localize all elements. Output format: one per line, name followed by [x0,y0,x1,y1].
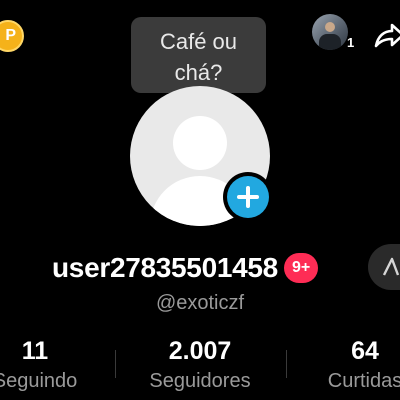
friend-avatar-body [319,34,341,50]
coin-icon[interactable]: P [0,20,24,52]
stat-following[interactable]: 11 Seguindo [0,336,100,396]
tooltip-line-2: chá? [174,60,223,85]
share-icon[interactable] [372,18,400,52]
profile-handle: @exoticzf [155,292,245,314]
likes-count: 64 [351,337,379,365]
status-tooltip[interactable]: Café ou chá? [131,17,266,93]
profile-screen: P 1 Café ou chá? user27835501458 9+ @exo… [0,0,400,400]
coin-badge-letter: P [5,27,16,44]
stat-followers[interactable]: 2.007 Seguidores [135,336,265,396]
tooltip-line-1: Café ou [159,29,238,54]
friend-avatar-head [325,22,335,32]
username: user27835501458 [52,252,278,283]
avatar-placeholder-head [173,116,227,170]
edit-button[interactable] [368,244,400,290]
friend-avatar[interactable] [312,14,348,50]
followers-label: Seguidores [149,370,251,392]
stats-divider [286,350,287,378]
add-photo-button[interactable] [223,172,273,222]
notification-badge[interactable]: 9+ [283,253,319,283]
following-label: Seguindo [0,370,78,392]
followers-count: 2.007 [168,337,232,365]
plus-icon [227,176,269,218]
stat-likes[interactable]: 64 Curtidas [310,336,400,396]
stats-divider [115,350,116,378]
friend-count: 1 [347,35,355,50]
following-count: 11 [21,337,49,365]
edit-icon [382,257,400,276]
likes-label: Curtidas [327,370,400,392]
username-row: user27835501458 9+ [52,248,319,288]
